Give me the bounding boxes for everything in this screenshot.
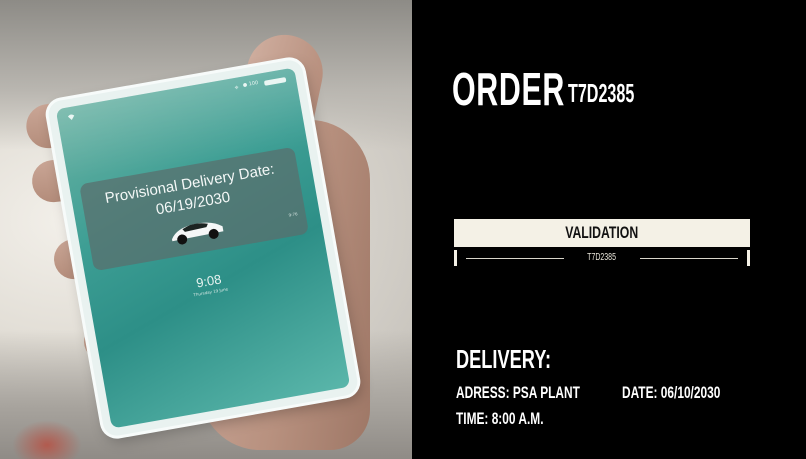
location-icon: ⌖: [234, 83, 240, 92]
delivery-address: ADRESS: PSA PLANT: [456, 383, 580, 402]
validation-label: VALIDATION: [565, 223, 639, 242]
validation-bar: VALIDATION: [454, 219, 750, 247]
validation-progress: T7D2385: [454, 250, 750, 266]
validation-code: T7D2385: [587, 252, 617, 263]
notification-meta: 9:76: [288, 211, 298, 218]
order-info-panel: ORDER T7D2385 VALIDATION T7D2385 DELIVER…: [412, 0, 806, 459]
order-number: T7D2385: [568, 78, 635, 108]
progress-line-right: [640, 258, 738, 259]
status-text: ● 100: [242, 79, 259, 89]
background-object: [12, 420, 82, 459]
car-icon: [172, 222, 224, 245]
photo-panel: ⌖ ● 100 Provisional Delivery Date: 06/19…: [0, 0, 412, 459]
phone-screen: ⌖ ● 100 Provisional Delivery Date: 06/19…: [55, 67, 351, 429]
video-frame: ⌖ ● 100 Provisional Delivery Date: 06/19…: [0, 0, 806, 459]
delivery-date: DATE: 06/10/2030: [622, 383, 721, 402]
battery-icon: [263, 77, 287, 86]
delivery-time: TIME: 8:00 A.M.: [456, 409, 544, 428]
delivery-heading: DELIVERY:: [456, 344, 552, 374]
progress-cap-right: [747, 250, 750, 266]
wifi-icon: [67, 114, 75, 121]
order-heading: ORDER: [452, 63, 565, 115]
